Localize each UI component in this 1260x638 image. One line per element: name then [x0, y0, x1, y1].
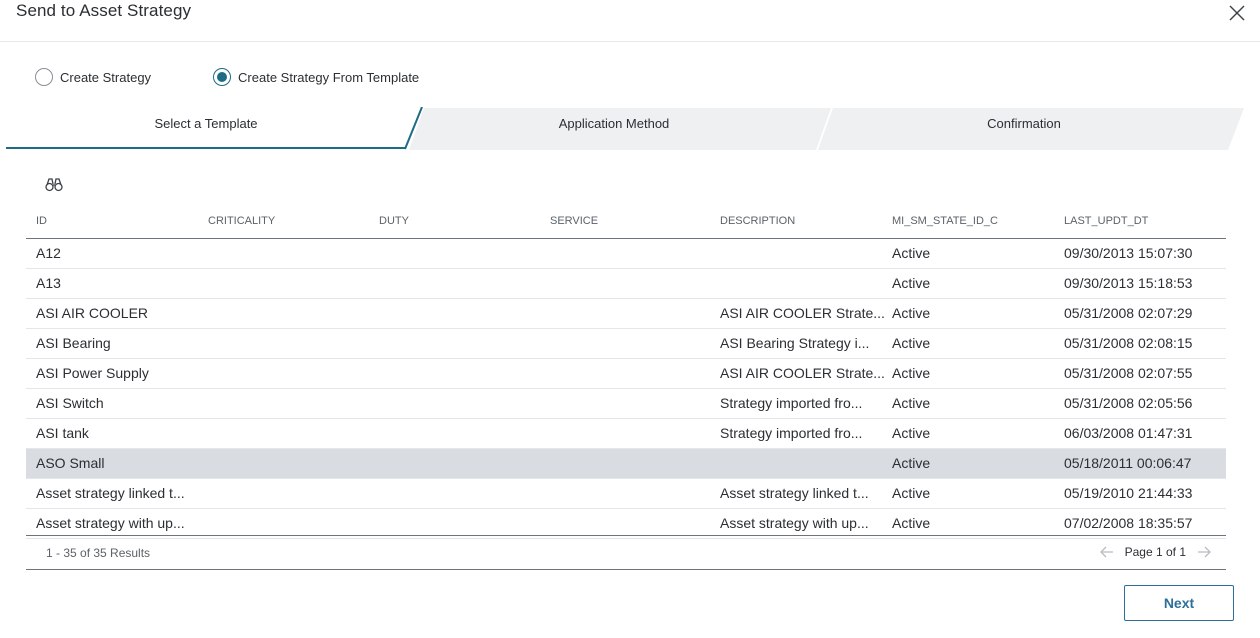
wizard-steps: Select a Template Application Method Con…: [6, 107, 1246, 150]
next-button[interactable]: Next: [1124, 585, 1234, 621]
column-header-state[interactable]: MI_SM_STATE_ID_C: [892, 215, 998, 227]
table-row[interactable]: A13 Active 09/30/2013 15:18:53: [26, 269, 1226, 299]
create-strategy-radio[interactable]: Create Strategy: [35, 68, 151, 86]
cell-id: ASI AIR COOLER: [36, 305, 149, 321]
step-application-method[interactable]: Application Method: [416, 116, 812, 131]
step-select-template[interactable]: Select a Template: [6, 116, 406, 131]
cell-description: ASI Bearing Strategy i...: [720, 335, 870, 351]
cell-description: Strategy imported fro...: [720, 395, 863, 411]
column-header-id[interactable]: ID: [36, 215, 47, 227]
cell-state: Active: [892, 485, 931, 501]
next-page-icon[interactable]: [1196, 544, 1212, 560]
cell-state: Active: [892, 395, 931, 411]
previous-page-icon[interactable]: [1099, 544, 1115, 560]
cell-id: ASI Bearing: [36, 335, 111, 351]
binoculars-icon[interactable]: [45, 177, 63, 193]
cell-last-updated: 05/31/2008 02:07:29: [1064, 305, 1193, 321]
cell-state: Active: [892, 245, 931, 261]
dialog-title: Send to Asset Strategy: [16, 1, 192, 20]
cell-last-updated: 09/30/2013 15:07:30: [1064, 245, 1193, 261]
cell-last-updated: 09/30/2013 15:18:53: [1064, 275, 1193, 291]
cell-state: Active: [892, 425, 931, 441]
cell-description: Asset strategy linked t...: [720, 485, 869, 501]
step-confirmation[interactable]: Confirmation: [824, 116, 1224, 131]
table-row[interactable]: ASI Switch Strategy imported fro... Active…: [26, 389, 1226, 419]
table-footer: 1 - 35 of 35 Results Page 1 of 1: [26, 535, 1226, 570]
cell-last-updated: 06/03/2008 01:47:31: [1064, 425, 1193, 441]
table-header: ID CRITICALITY DUTY SERVICE DESCRIPTION …: [26, 205, 1226, 239]
cell-last-updated: 05/31/2008 02:08:15: [1064, 335, 1193, 351]
radio-selected-icon[interactable]: [213, 68, 232, 86]
cell-id: ASO Small: [36, 455, 105, 471]
table-row[interactable]: ASI tank Strategy imported fro... Active 06…: [26, 419, 1226, 449]
results-count: 1 - 35 of 35 Results: [46, 546, 151, 560]
cell-last-updated: 07/02/2008 18:35:57: [1064, 515, 1193, 531]
cell-description: Asset strategy with up...: [720, 515, 869, 531]
strategy-mode-options: Create Strategy Create Strategy From Tem…: [35, 66, 419, 88]
cell-state: Active: [892, 365, 931, 381]
cell-state: Active: [892, 335, 931, 351]
cell-id: A13: [36, 275, 61, 291]
cell-description: ASI AIR COOLER Strate...: [720, 365, 885, 381]
cell-last-updated: 05/31/2008 02:07:55: [1064, 365, 1193, 381]
close-icon[interactable]: [1226, 2, 1248, 24]
cell-description: ASI AIR COOLER Strate...: [720, 305, 885, 321]
cell-description: Strategy imported fro...: [720, 425, 863, 441]
table-body: A12 Active 09/30/2013 15:07:30 A13 Active 09/…: [26, 239, 1226, 539]
table-row[interactable]: Asset strategy linked t... Asset strategy…: [26, 479, 1226, 509]
cell-last-updated: 05/31/2008 02:05:56: [1064, 395, 1193, 411]
column-header-service[interactable]: SERVICE: [550, 215, 598, 227]
cell-state: Active: [892, 305, 931, 321]
cell-last-updated: 05/18/2011 00:06:47: [1064, 455, 1192, 471]
cell-last-updated: 05/19/2010 21:44:33: [1064, 485, 1193, 501]
create-strategy-from-template-label: Create Strategy From Template: [238, 69, 420, 85]
cell-id: ASI tank: [36, 425, 89, 441]
column-header-duty[interactable]: DUTY: [379, 215, 409, 227]
cell-id: ASI Power Supply: [36, 365, 149, 381]
page-indicator: Page 1 of 1: [1124, 545, 1186, 559]
column-header-criticality[interactable]: CRITICALITY: [208, 215, 275, 227]
column-header-description[interactable]: DESCRIPTION: [720, 215, 795, 227]
cell-id: Asset strategy linked t...: [36, 485, 185, 501]
table-row[interactable]: ASI Power Supply ASI AIR COOLER Strate...…: [26, 359, 1226, 389]
create-strategy-label: Create Strategy: [60, 69, 152, 85]
template-table: ID CRITICALITY DUTY SERVICE DESCRIPTION …: [26, 205, 1226, 539]
table-row[interactable]: ASI AIR COOLER ASI AIR COOLER Strate... Ac…: [26, 299, 1226, 329]
dialog-header: Send to Asset Strategy: [0, 0, 1260, 42]
cell-state: Active: [892, 515, 931, 531]
table-row[interactable]: A12 Active 09/30/2013 15:07:30: [26, 239, 1226, 269]
cell-state: Active: [892, 275, 931, 291]
cell-id: A12: [36, 245, 61, 261]
table-row[interactable]: ASO Small Active 05/18/2011 00:06:47: [26, 449, 1226, 479]
column-header-last-updated[interactable]: LAST_UPDT_DT: [1064, 215, 1148, 227]
table-row[interactable]: ASI Bearing ASI Bearing Strategy i... Acti…: [26, 329, 1226, 359]
cell-id: ASI Switch: [36, 395, 104, 411]
pager: Page 1 of 1: [1099, 544, 1212, 560]
cell-id: Asset strategy with up...: [36, 515, 185, 531]
create-strategy-from-template-radio[interactable]: Create Strategy From Template: [213, 68, 419, 86]
cell-state: Active: [892, 455, 931, 471]
send-to-asset-strategy-dialog: Send to Asset Strategy Create Strategy C…: [0, 0, 1260, 638]
radio-circle-icon[interactable]: [35, 68, 53, 86]
